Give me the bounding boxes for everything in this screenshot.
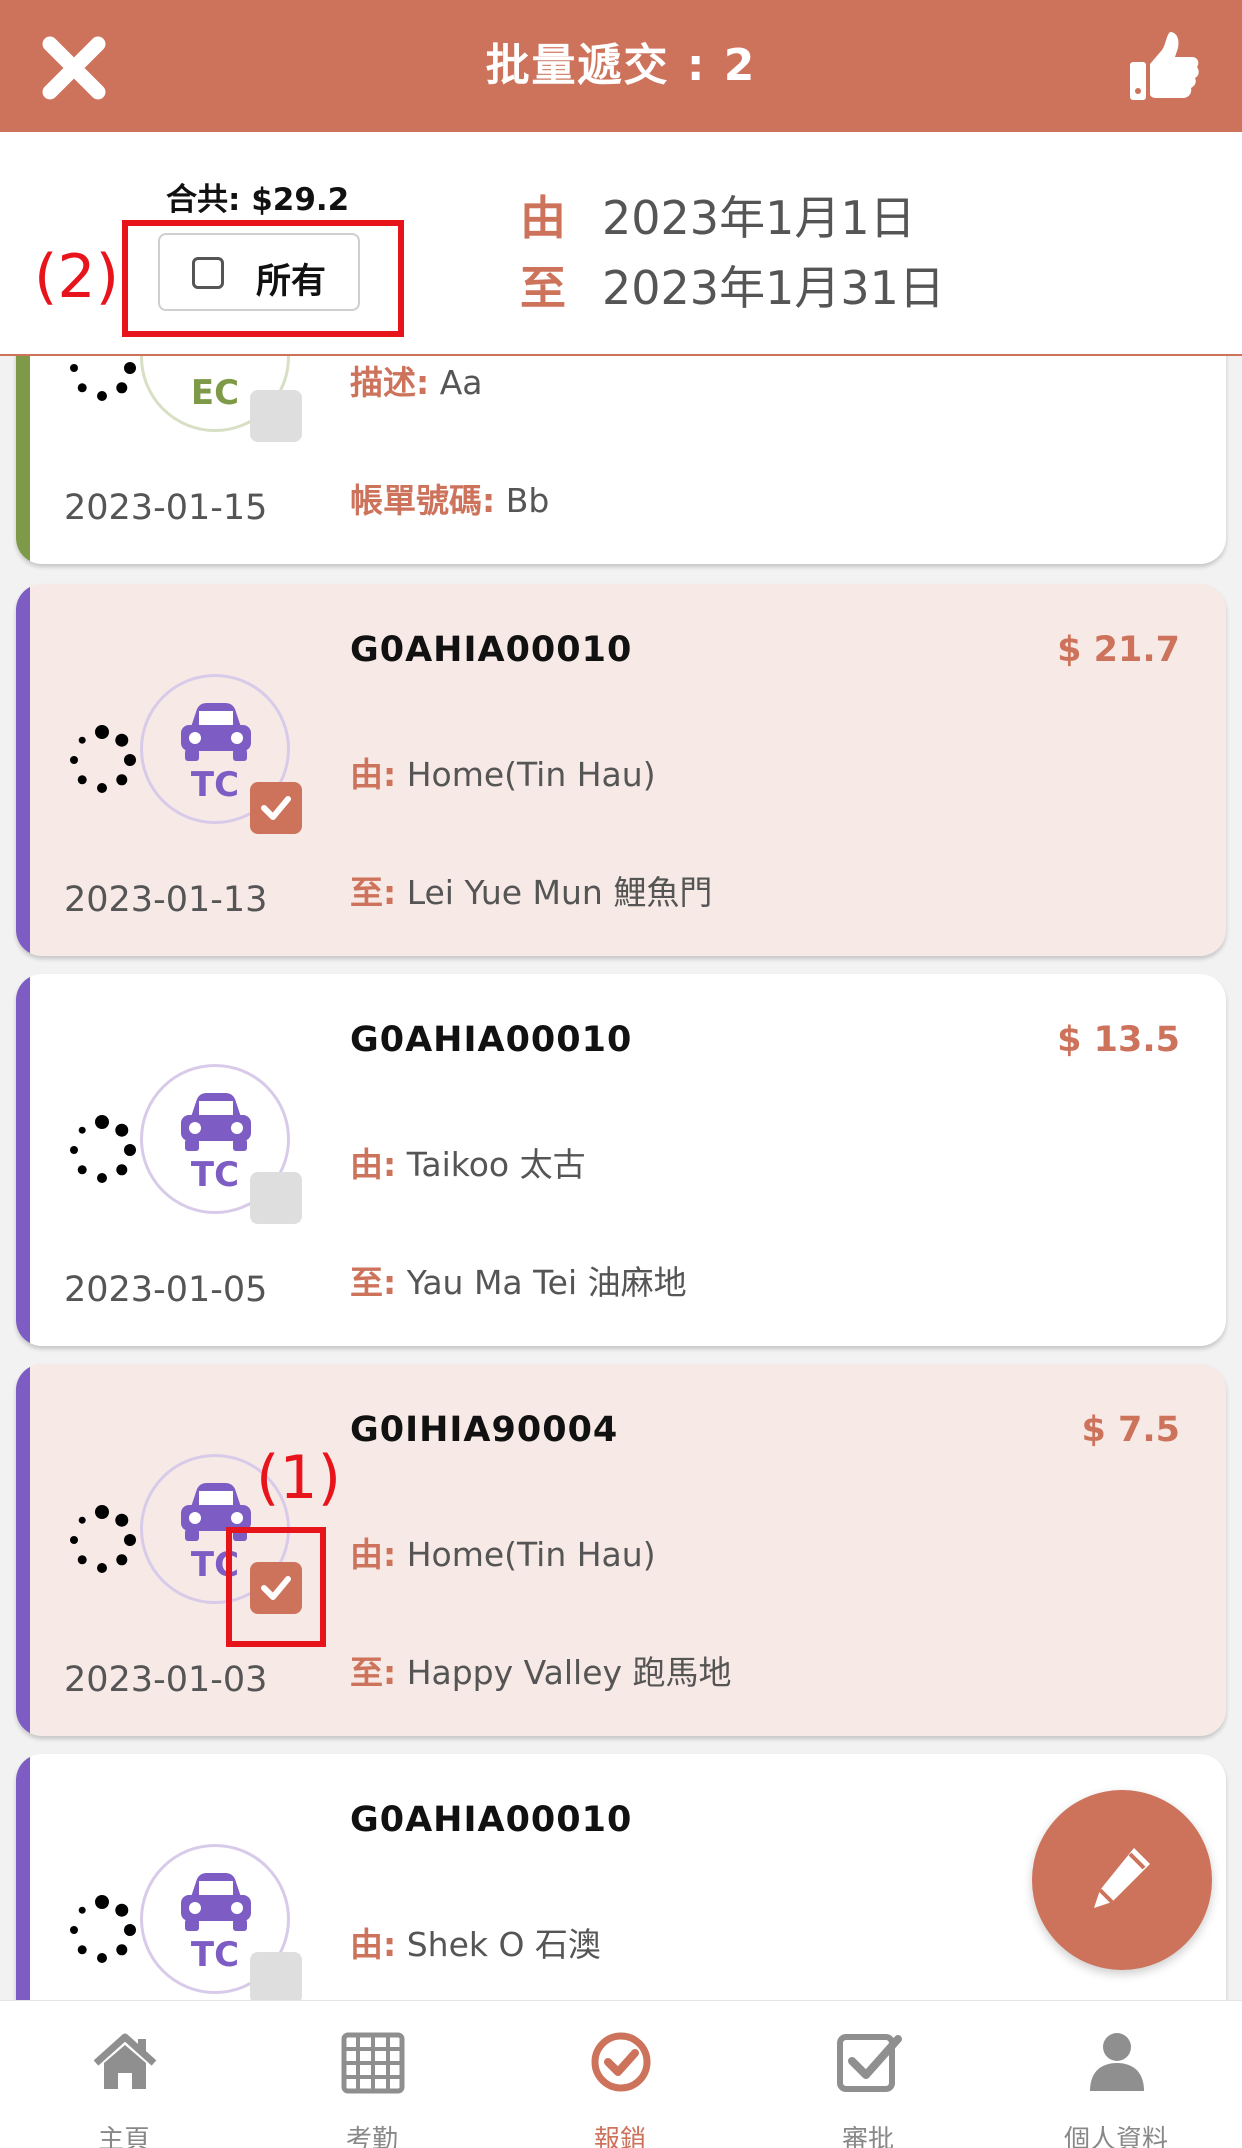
claim-type-stripe [16,584,30,956]
claim-amount: $ 13.5 [1057,1020,1180,1060]
claim-code: G0AHIA00010 [350,1020,633,1060]
checkmark-icon [261,796,291,820]
claim-card[interactable]: TC 2023-01-05 G0AHIA00010 $ 13.5 由: Taikoo 太… [16,974,1226,1346]
claim-line-1-key: 由: [350,1145,397,1184]
claim-line-2: 至: Happy Valley 跑馬地 [350,1646,732,1694]
claim-code: G0IHIA90004 [350,1410,619,1450]
claim-line-2-key: 帳單號碼: [350,481,496,520]
claim-line-2: 至: Lei Yue Mun 鯉魚門 [350,866,712,914]
car-icon [181,1873,251,1931]
pencil-icon [1094,1848,1150,1908]
loading-spinner-icon [62,1890,142,1970]
claim-line-1: 由: Home(Tin Hau) [350,748,656,796]
claim-line-2: 至: Yau Ma Tei 油麻地 [350,1256,687,1304]
annotation-box-1 [226,1527,326,1647]
tab-profile[interactable]: 個人資料 [992,2001,1240,2148]
date-to-value: 2023年1月31日 [602,261,945,315]
app-header: 批量遞交 : 2 [0,0,1242,132]
tab-expense[interactable]: 報銷 [496,2001,744,2148]
batch-summary: 合共: $29.2 所有 (2) 由 2023年1月1日 至 2023年1月31日 [0,132,1242,356]
claim-line-2-value: Bb [505,481,550,520]
claim-line-1-value: Shek O 石澳 [406,1925,601,1964]
tab-approval[interactable]: 審批 [744,2001,992,2148]
claim-code: G0AHIA00010 [350,1800,633,1840]
claim-line-2-value: Yau Ma Tei 油麻地 [406,1263,687,1302]
date-from-key: 由 [520,191,566,245]
tab-attendance-label: 考勤 [345,2125,398,2148]
loading-spinner-icon [62,720,142,800]
claim-date: 2023-01-15 [64,488,268,528]
claim-select-checkbox[interactable] [250,782,302,834]
edit-fab-button[interactable] [1032,1790,1212,1970]
tab-profile-label: 個人資料 [1063,2125,1168,2148]
claim-line-1: 由: Shek O 石澳 [350,1918,601,1966]
loading-spinner-icon [62,1500,142,1580]
check-circle-icon [591,2032,651,2092]
claim-line-2-key: 至: [350,1653,397,1692]
claim-select-checkbox[interactable] [250,1952,302,2004]
claim-line-1-value: Home(Tin Hau) [406,1535,656,1574]
loading-spinner-icon [62,1110,142,1190]
date-from: 由 2023年1月1日 [520,182,916,248]
claim-type-stripe [16,974,30,1346]
tab-attendance[interactable]: 考勤 [248,2001,496,2148]
date-to-key: 至 [520,261,566,315]
checkbox-icon [837,2034,902,2092]
claim-line-1-key: 由: [350,1925,397,1964]
claim-line-1-key: 由: [350,755,397,794]
claim-code: G0AHIA00010 [350,630,633,670]
claim-line-1: 由: Taikoo 太古 [350,1138,586,1186]
claim-date: 2023-01-03 [64,1660,268,1700]
tab-home[interactable]: 主頁 [0,2001,248,2148]
bottom-tab-bar: 主頁 考勤 報銷 審批 個人資料 [0,2000,1242,2148]
tab-approval-label: 審批 [841,2125,894,2148]
claim-select-checkbox[interactable] [250,1172,302,1224]
claim-line-1-value: Aa [439,363,483,402]
claim-line-1-value: Taikoo 太古 [406,1145,586,1184]
claim-type-stripe [16,1364,30,1736]
claim-date: 2023-01-05 [64,1270,268,1310]
user-icon [1090,2033,1144,2091]
claim-line-1-value: Home(Tin Hau) [406,755,656,794]
claim-line-1: 由: Home(Tin Hau) [350,1528,656,1576]
claim-line-1-key: 描述: [350,363,430,402]
claim-line-1-key: 由: [350,1535,397,1574]
tab-home-label: 主頁 [97,2125,150,2148]
claim-amount: $ 7.5 [1081,1410,1180,1450]
tab-expense-label: 報銷 [593,2125,646,2148]
date-to: 至 2023年1月31日 [520,252,945,318]
thumbs-up-icon [1130,32,1199,100]
calendar-grid-icon [341,2032,405,2094]
home-icon [93,2033,157,2089]
claim-line-1: 描述: Aa [350,356,483,404]
claim-select-checkbox[interactable] [250,390,302,442]
annotation-label-2: (2) [34,242,119,312]
claim-card[interactable]: TC 2023-01-13 G0AHIA00010 $ 21.7 由: Home(Tin… [16,584,1226,956]
claim-card[interactable]: TC 2023-01-03 G0IHIA90004 $ 7.5 由: Home(Tin … [16,1364,1226,1736]
page-title: 批量遞交 : 2 [485,40,757,91]
claim-date: 2023-01-13 [64,880,268,920]
claim-line-2-value: Lei Yue Mun 鯉魚門 [406,873,713,912]
claim-line-2: 帳單號碼: Bb [350,474,549,522]
submit-button[interactable] [1126,28,1202,104]
claim-line-2-key: 至: [350,1263,397,1302]
car-icon [181,1093,251,1151]
car-icon [181,703,251,761]
claim-line-2-value: Happy Valley 跑馬地 [406,1653,732,1692]
annotation-box-2 [122,220,404,337]
date-from-value: 2023年1月1日 [602,191,916,245]
total-amount: 合共: $29.2 [166,182,350,218]
claim-amount: $ 21.7 [1057,630,1180,670]
claim-line-2-key: 至: [350,873,397,912]
annotation-label-1: (1) [256,1443,341,1513]
